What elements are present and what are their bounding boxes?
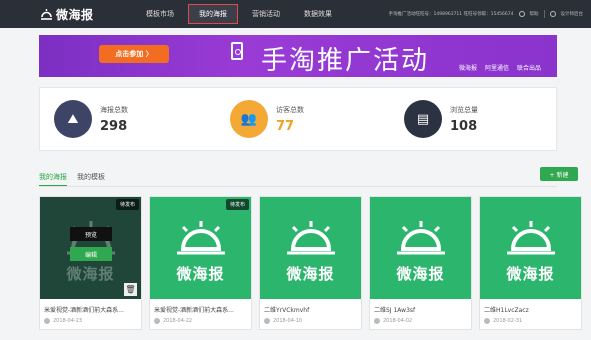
stat-label: 海报总数 xyxy=(100,105,128,114)
date-text: 2018-04-22 xyxy=(163,318,193,324)
partner-note: 联合出品 xyxy=(517,65,542,72)
poster-date: 2018-04-02 xyxy=(374,318,412,324)
poster-card[interactable]: 微海报 二维H1LvcZacz 2018-02-31 xyxy=(479,196,582,330)
clock-icon xyxy=(484,318,490,324)
poster-card[interactable]: 微海报 待发布 预览 编辑 🗑 米爱视觉-酒新酒们前大森系... 2018-04… xyxy=(39,196,142,330)
poster-icon: ⛰ xyxy=(54,100,92,138)
stat-visitors: 👥 访客总数 77 xyxy=(230,100,304,138)
poster-brand: 微海报 xyxy=(396,265,445,283)
stat-value: 298 xyxy=(100,118,128,134)
help-icon[interactable] xyxy=(518,11,525,17)
poster-thumbnail[interactable]: 微海报 待发布 预览 编辑 🗑 xyxy=(40,197,141,299)
poster-brand: 微海报 xyxy=(506,265,555,283)
account-info: 手淘推广活动旺旺号：1498963711 旺旺号领取：15456674 xyxy=(388,12,514,17)
date-text: 2018-04-23 xyxy=(53,318,83,324)
designer-icon[interactable] xyxy=(549,11,556,17)
clock-icon xyxy=(264,318,270,324)
app-logo[interactable]: 微海报 xyxy=(40,6,94,22)
logo-icon xyxy=(41,8,52,20)
tab-my-templates[interactable]: 我的模板 xyxy=(77,172,105,187)
sun-logo-icon xyxy=(507,221,555,255)
poster-title[interactable]: 二维YrVCkmvhf xyxy=(264,305,359,314)
designer-link[interactable]: 设计师后台 xyxy=(561,11,584,17)
poster-brand: 微海报 xyxy=(66,265,115,283)
poster-brand: 微海报 xyxy=(286,265,335,283)
date-text: 2018-04-02 xyxy=(383,318,413,324)
partner-weihaibao: 微海报 xyxy=(459,65,478,72)
stat-label: 访客总数 xyxy=(276,105,304,114)
poster-thumbnail[interactable]: 微海报 待发布 xyxy=(150,197,251,299)
date-text: 2018-04-10 xyxy=(273,318,303,324)
poster-title[interactable]: 二维H1LvcZacz xyxy=(484,305,579,314)
content-tabs: 我的海报 我的模板 xyxy=(39,172,105,187)
poster-title[interactable]: 米爱视觉-酒新酒们前大森系... xyxy=(154,305,249,314)
stat-value: 108 xyxy=(450,118,478,134)
phone-icon xyxy=(231,42,243,60)
status-badge: 待发布 xyxy=(225,199,249,210)
new-button[interactable]: + 新建 xyxy=(540,167,578,181)
partner-alitong: 阿里通信 xyxy=(485,65,510,72)
poster-card[interactable]: 微海报 二维YrVCkmvhf 2018-04-10 xyxy=(259,196,362,330)
poster-date: 2018-04-22 xyxy=(154,318,192,324)
promo-banner[interactable]: 点击参加 〉 手淘推广活动 微海报 阿里通信 联合出品 xyxy=(39,35,557,77)
preview-button[interactable]: 预览 xyxy=(70,227,112,241)
logo-text: 微海报 xyxy=(56,7,94,22)
edit-button[interactable]: 编辑 xyxy=(70,247,112,261)
poster-date: 2018-02-31 xyxy=(484,318,522,324)
tabs-divider xyxy=(39,186,557,187)
nav-item-marketing[interactable]: 营销活动 xyxy=(242,4,290,24)
poster-card[interactable]: 微海报 二维SJ 1Aw3sf 2018-04-02 xyxy=(369,196,472,330)
poster-brand: 微海报 xyxy=(176,265,225,283)
visitors-icon: 👥 xyxy=(230,100,268,138)
clock-icon xyxy=(374,318,380,324)
sun-logo-icon xyxy=(397,221,445,255)
stat-label: 浏览总量 xyxy=(450,105,478,114)
nav-item-data[interactable]: 数据效果 xyxy=(294,4,342,24)
poster-thumbnail[interactable]: 微海报 xyxy=(480,197,581,299)
stat-value: 77 xyxy=(276,118,295,134)
help-link[interactable]: 帮助 xyxy=(530,11,539,17)
stats-panel: ⛰ 海报总数 298 👥 访客总数 77 ▤ 浏览总量 108 xyxy=(39,87,557,151)
nav-item-template-market[interactable]: 模板市场 xyxy=(136,4,184,24)
nav-item-my-posters[interactable]: 我的海报 xyxy=(188,4,238,24)
stat-posters: ⛰ 海报总数 298 xyxy=(54,100,128,138)
poster-thumbnail[interactable]: 微海报 xyxy=(260,197,361,299)
poster-date: 2018-04-23 xyxy=(44,318,82,324)
clock-icon xyxy=(154,318,160,324)
top-navigation-bar: 微海报 模板市场 我的海报 营销活动 数据效果 手淘推广活动旺旺号：149896… xyxy=(0,0,591,28)
divider xyxy=(543,10,545,18)
join-button[interactable]: 点击参加 〉 xyxy=(99,45,169,63)
sun-logo-icon xyxy=(177,221,225,255)
poster-card[interactable]: 微海报 待发布 米爱视觉-酒新酒们前大森系... 2018-04-22 xyxy=(149,196,252,330)
clock-icon xyxy=(44,318,50,324)
date-text: 2018-02-31 xyxy=(493,318,523,324)
account-area: 手淘推广活动旺旺号：1498963711 旺旺号领取：15456674 帮助 设… xyxy=(389,0,583,28)
poster-title[interactable]: 二维SJ 1Aw3sf xyxy=(374,305,469,314)
banner-partners: 微海报 阿里通信 联合出品 xyxy=(459,63,541,72)
sun-logo-icon xyxy=(287,221,335,255)
trash-icon[interactable]: 🗑 xyxy=(124,283,137,296)
main-nav: 模板市场 我的海报 营销活动 数据效果 xyxy=(136,0,346,28)
banner-title: 手淘推广活动 xyxy=(261,46,430,76)
poster-thumbnail[interactable]: 微海报 xyxy=(370,197,471,299)
document-icon: ▤ xyxy=(404,100,442,138)
poster-title[interactable]: 米爱视觉-酒新酒们前大森系... xyxy=(44,305,139,314)
poster-date: 2018-04-10 xyxy=(264,318,302,324)
status-badge: 待发布 xyxy=(115,199,139,210)
tab-my-posters[interactable]: 我的海报 xyxy=(39,172,67,187)
stat-views: ▤ 浏览总量 108 xyxy=(404,100,478,138)
